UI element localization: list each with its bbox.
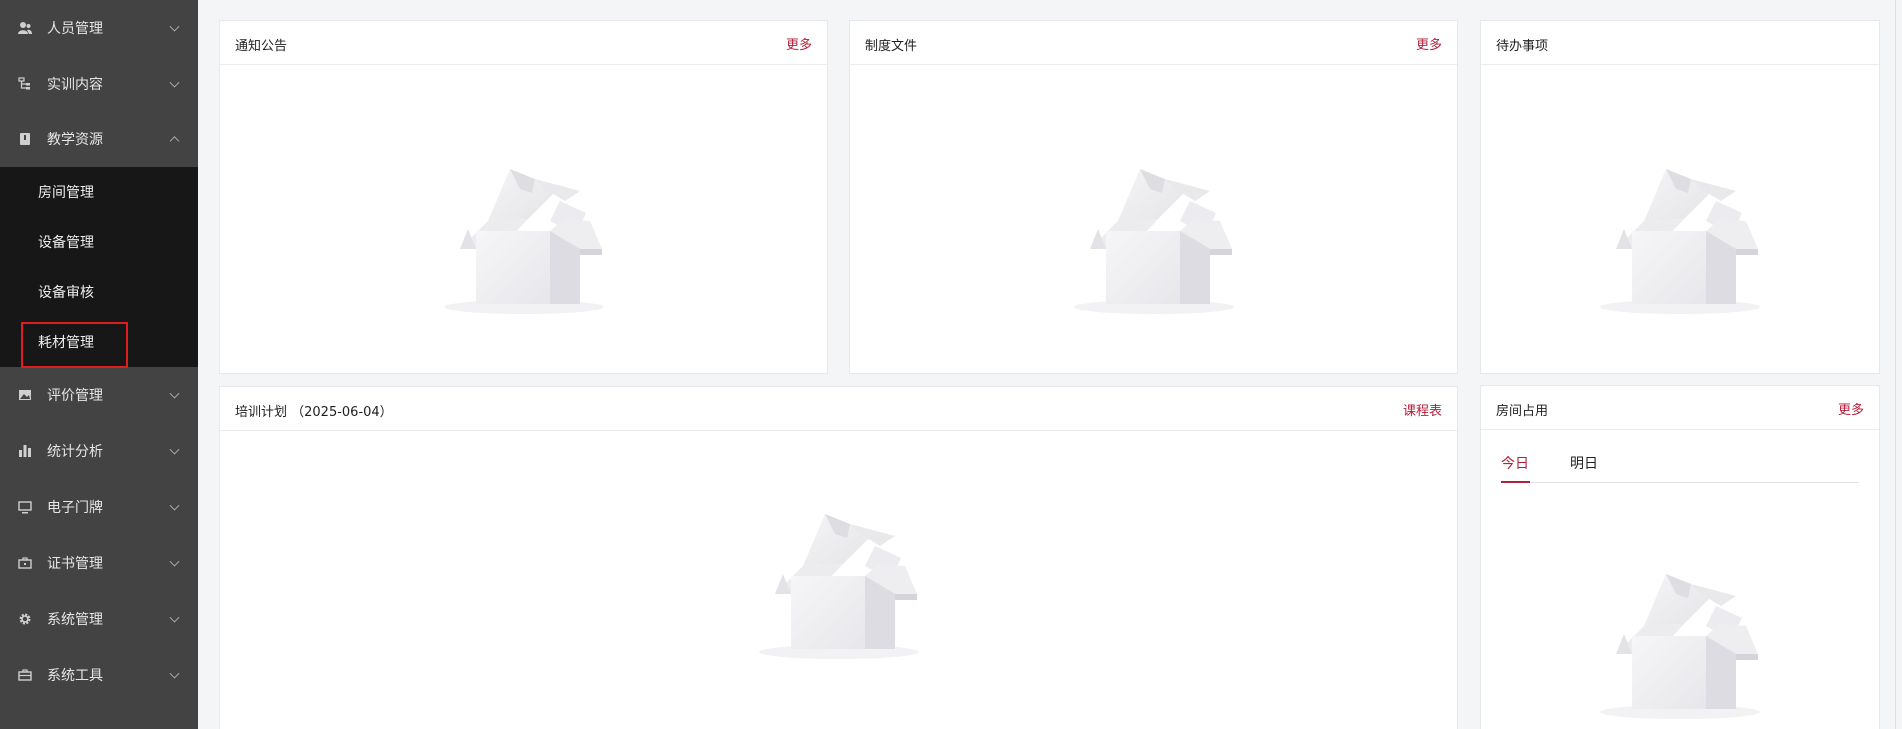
- briefcase-icon: [18, 556, 32, 570]
- empty-state-icon: [1596, 149, 1766, 319]
- empty-state-icon: [440, 149, 610, 319]
- chevron-down-icon: [169, 388, 180, 399]
- training-plan-panel: 培训计划 （2025-06-04） 课程表: [219, 386, 1458, 729]
- sidebar-item-label: 电子门牌: [47, 500, 103, 516]
- tree-icon: [18, 77, 32, 91]
- chevron-down-icon: [169, 77, 180, 88]
- panel-title: 待办事项: [1496, 39, 1549, 54]
- user-group-icon: [18, 21, 32, 35]
- submenu-item-room-management[interactable]: 房间管理: [0, 167, 198, 217]
- panel-header: 房间占用 更多: [1481, 386, 1879, 430]
- submenu-item-label: 耗材管理: [38, 335, 94, 351]
- sidebar-item-teaching-resources[interactable]: 教学资源: [0, 111, 198, 167]
- sidebar-item-certificates[interactable]: 证书管理: [0, 535, 198, 591]
- todo-panel: 待办事项: [1480, 20, 1880, 374]
- bar-chart-icon: [18, 444, 32, 458]
- submenu-item-equipment-review[interactable]: 设备审核: [0, 267, 198, 317]
- sidebar-item-label: 系统工具: [47, 668, 103, 684]
- more-link[interactable]: 更多: [1416, 34, 1442, 53]
- sidebar-item-evaluation[interactable]: 评价管理: [0, 367, 198, 423]
- book-icon: [18, 132, 32, 146]
- schedule-link[interactable]: 课程表: [1403, 400, 1442, 419]
- chevron-down-icon: [169, 612, 180, 623]
- chevron-down-icon: [169, 444, 180, 455]
- sidebar-item-door-sign[interactable]: 电子门牌: [0, 479, 198, 535]
- scrollbar-divider: [1895, 0, 1896, 729]
- sidebar-item-label: 人员管理: [47, 21, 103, 37]
- policy-panel: 制度文件 更多: [849, 20, 1458, 374]
- toolbox-icon: [18, 668, 32, 682]
- submenu-item-label: 设备审核: [38, 285, 94, 301]
- submenu-item-label: 房间管理: [38, 185, 94, 201]
- notice-panel: 通知公告 更多: [219, 20, 828, 374]
- sidebar-item-label: 教学资源: [47, 132, 103, 148]
- sidebar-item-personnel[interactable]: 人员管理: [0, 0, 198, 56]
- panel-title: 房间占用: [1496, 404, 1549, 419]
- submenu-item-consumables-management[interactable]: 耗材管理: [0, 317, 198, 367]
- sidebar: 人员管理 实训内容 教学资源 房间管理 设备管理 设备审核 耗材管理 评价管理 …: [0, 0, 198, 729]
- panel-title: 通知公告: [235, 39, 288, 54]
- chevron-up-icon: [169, 136, 180, 147]
- active-tab-indicator: [1501, 481, 1530, 483]
- more-link[interactable]: 更多: [786, 34, 812, 53]
- panel-title: 培训计划 （2025-06-04）: [235, 405, 393, 420]
- tab-today[interactable]: 今日: [1501, 453, 1529, 473]
- more-link[interactable]: 更多: [1838, 399, 1864, 418]
- empty-state-icon: [1596, 554, 1766, 724]
- chevron-down-icon: [169, 500, 180, 511]
- empty-state-icon: [755, 494, 925, 664]
- sidebar-item-statistics[interactable]: 统计分析: [0, 423, 198, 479]
- submenu-item-label: 设备管理: [38, 235, 94, 251]
- sidebar-item-training-content[interactable]: 实训内容: [0, 56, 198, 112]
- sidebar-item-label: 统计分析: [47, 444, 103, 460]
- chevron-down-icon: [169, 21, 180, 32]
- panel-header: 制度文件 更多: [850, 21, 1457, 65]
- tab-bar-divider: [1501, 482, 1859, 483]
- submenu-item-equipment-management[interactable]: 设备管理: [0, 217, 198, 267]
- chevron-down-icon: [169, 556, 180, 567]
- sidebar-item-label: 实训内容: [47, 77, 103, 93]
- empty-state-icon: [1070, 149, 1240, 319]
- panel-header: 待办事项: [1481, 21, 1879, 65]
- image-icon: [18, 388, 32, 402]
- sidebar-item-label: 评价管理: [47, 388, 103, 404]
- monitor-icon: [18, 500, 32, 514]
- panel-title: 制度文件: [865, 39, 918, 54]
- sidebar-item-system-tools[interactable]: 系统工具: [0, 647, 198, 703]
- panel-header: 通知公告 更多: [220, 21, 827, 65]
- sidebar-item-label: 证书管理: [47, 556, 103, 572]
- chevron-down-icon: [169, 668, 180, 679]
- room-occupancy-panel: 房间占用 更多: [1480, 385, 1880, 729]
- panel-header: 培训计划 （2025-06-04） 课程表: [220, 387, 1457, 431]
- sidebar-item-system-management[interactable]: 系统管理: [0, 591, 198, 647]
- sidebar-item-label: 系统管理: [47, 612, 103, 628]
- submenu-teaching-resources: 房间管理 设备管理 设备审核 耗材管理: [0, 167, 198, 367]
- gear-icon: [18, 612, 32, 626]
- tab-tomorrow[interactable]: 明日: [1570, 453, 1598, 473]
